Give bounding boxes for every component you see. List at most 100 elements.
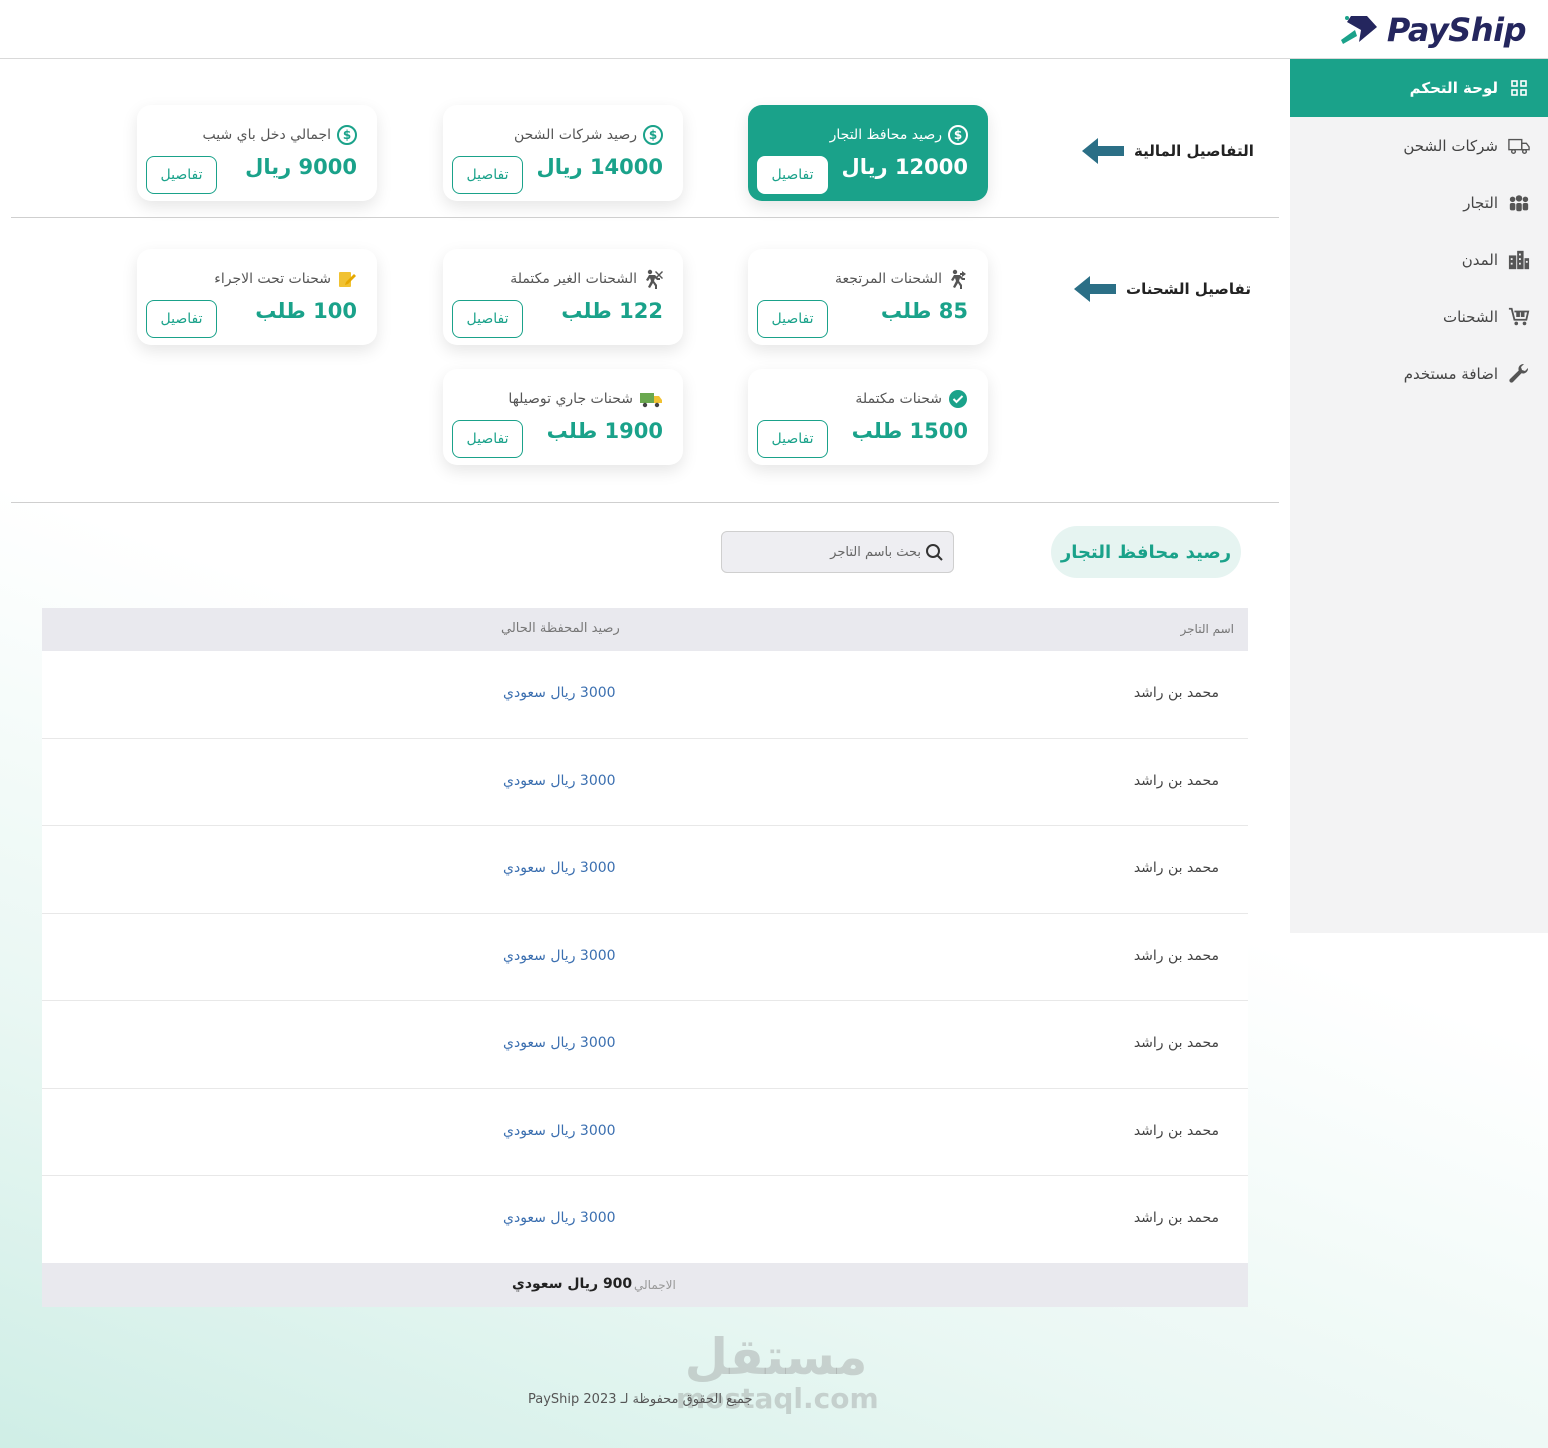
search-input[interactable]: [751, 544, 921, 560]
wallets-table: اسم التاجر رصيد المحفظة الحالي محمد بن ر…: [42, 608, 1248, 1264]
card-delivering-shipments: شحنات جاري توصيلها 1900 طلب تفاصيل: [443, 369, 683, 465]
dollar-icon: $: [337, 125, 357, 145]
card-title-text: رصيد محافظ التجار: [829, 127, 942, 143]
card-value: 122 طلب: [561, 299, 663, 323]
card-value: 1900 طلب: [546, 419, 663, 443]
wallet-balance: 3000 ريال سعودي: [503, 685, 616, 701]
delivery-truck-icon: [640, 393, 662, 408]
section-divider: [11, 502, 1279, 503]
total-label: الاجمالي: [634, 1278, 676, 1292]
card-title-text: شحنات تحت الاجراء: [214, 271, 331, 287]
group-icon: [1508, 192, 1530, 214]
table-row[interactable]: محمد بن راشد 3000 ريال سعودي: [42, 1001, 1248, 1089]
wallet-balance: 3000 ريال سعودي: [503, 947, 616, 964]
card-title-text: الشحنات المرتجعة: [835, 271, 942, 287]
grid-icon: [1508, 77, 1530, 99]
logo[interactable]: PayShip: [1337, 8, 1527, 52]
column-header-balance[interactable]: رصيد المحفظة الحالي: [501, 621, 620, 636]
arrow-left-icon: [1082, 138, 1124, 164]
edit-icon: [339, 272, 356, 287]
sidebar-item-dashboard[interactable]: لوحة التحكم: [1290, 59, 1548, 117]
sidebar-item-label: الشحنات: [1442, 307, 1498, 326]
card-title-text: شحنات جاري توصيلها: [508, 391, 633, 407]
shipments-section-label: تفاصيل الشحنات: [1074, 276, 1251, 302]
card-title: شحنات جاري توصيلها: [508, 389, 663, 409]
wallet-balance: 3000 ريال سعودي: [503, 1035, 616, 1051]
search-icon: [926, 544, 943, 561]
merchant-name: محمد بن راشد: [1133, 1122, 1219, 1139]
card-title: الشحنات الغير مكتملة: [510, 269, 663, 289]
card-title-text: شحنات مكتملة: [855, 391, 942, 407]
sidebar-item-label: المدن: [1461, 250, 1498, 269]
dollar-icon: $: [948, 125, 968, 145]
details-button[interactable]: تفاصيل: [146, 300, 217, 338]
table-row[interactable]: محمد بن راشد 3000 ريال سعودي: [42, 1176, 1248, 1264]
card-title: $ رصيد شركات الشحن: [514, 125, 663, 145]
sidebar-item-shipping-companies[interactable]: شركات الشحن: [1290, 117, 1548, 174]
details-button[interactable]: تفاصيل: [757, 300, 828, 338]
table-total-row: الاجمالي 900 ريال سعودي: [42, 1263, 1248, 1307]
card-value: 14000 ريال: [536, 155, 663, 179]
wallet-balance: 3000 ريال سعودي: [503, 860, 616, 876]
sidebar-item-add-user[interactable]: اضافة مستخدم: [1290, 345, 1548, 402]
card-merchant-wallets-balance: $ رصيد محافظ التجار 12000 ريال تفاصيل: [748, 105, 988, 201]
card-title: $ اجمالي دخل باي شيب: [202, 125, 357, 145]
card-title-text: الشحنات الغير مكتملة: [510, 271, 637, 287]
details-button[interactable]: تفاصيل: [452, 300, 523, 338]
table-row[interactable]: محمد بن راشد 3000 ريال سعودي: [42, 651, 1248, 739]
financial-section-label: التفاصيل المالية: [1082, 138, 1254, 164]
logo-mark-icon: [1340, 16, 1377, 44]
sidebar-item-shipments[interactable]: الشحنات: [1290, 288, 1548, 345]
cart-icon: [1508, 306, 1530, 328]
details-button[interactable]: تفاصيل: [146, 156, 217, 194]
details-button[interactable]: تفاصيل: [452, 420, 523, 458]
wrench-icon: [1508, 363, 1530, 385]
details-button[interactable]: تفاصيل: [452, 156, 523, 194]
wallet-balance: 3000 ريال سعودي: [503, 772, 616, 789]
card-shipping-companies-balance: $ رصيد شركات الشحن 14000 ريال تفاصيل: [443, 105, 683, 201]
table-row[interactable]: محمد بن راشد 3000 ريال سعودي: [42, 826, 1248, 914]
card-completed-shipments: شحنات مكتملة 1500 طلب تفاصيل: [748, 369, 988, 465]
card-value: 12000 ريال: [841, 155, 968, 179]
sidebar-item-label: التجار: [1463, 193, 1498, 212]
merchant-name: محمد بن راشد: [1133, 1035, 1219, 1051]
merchant-name: محمد بن راشد: [1133, 947, 1219, 964]
card-incomplete-shipments: الشحنات الغير مكتملة 122 طلب تفاصيل: [443, 249, 683, 345]
card-in-progress-shipments: شحنات تحت الاجراء 100 طلب تفاصيل: [137, 249, 377, 345]
table-row[interactable]: محمد بن راشد 3000 ريال سعودي: [42, 738, 1248, 826]
card-title: $ رصيد محافظ التجار: [830, 125, 968, 145]
card-value: 9000 ريال: [245, 155, 357, 179]
card-title: شحنات مكتملة: [855, 389, 968, 409]
card-title: شحنات تحت الاجراء: [214, 269, 357, 289]
top-bar: PayShip: [0, 0, 1548, 59]
card-title-text: رصيد شركات الشحن: [513, 127, 637, 143]
merchant-name: محمد بن راشد: [1133, 860, 1219, 876]
details-button[interactable]: تفاصيل: [757, 420, 828, 458]
sidebar-item-cities[interactable]: المدن: [1290, 231, 1548, 288]
arrow-left-icon: [1074, 276, 1116, 302]
sidebar-item-merchants[interactable]: التجار: [1290, 174, 1548, 231]
details-button[interactable]: تفاصيل: [757, 156, 828, 194]
section-title: تفاصيل الشحنات: [1126, 280, 1251, 298]
table-row[interactable]: محمد بن راشد 3000 ريال سعودي: [42, 913, 1248, 1001]
dollar-icon: $: [643, 125, 663, 145]
card-returned-shipments: الشحنات المرتجعة 85 طلب تفاصيل: [748, 249, 988, 345]
card-value: 100 طلب: [255, 299, 357, 323]
check-icon: [949, 390, 967, 408]
card-payship-income: $ اجمالي دخل باي شيب 9000 ريال تفاصيل: [137, 105, 377, 201]
truck-icon: [1508, 135, 1530, 157]
footer-copyright: جميع الحقوق محفوظة لـ PayShip 2023: [528, 1392, 753, 1407]
return-icon: [951, 269, 966, 289]
total-value: 900 ريال سعودي: [512, 1276, 633, 1292]
wallet-balance: 3000 ريال سعودي: [503, 1210, 616, 1226]
merchant-name: محمد بن راشد: [1133, 772, 1219, 789]
watermark-text: مستقل: [684, 1328, 868, 1386]
section-divider: [11, 217, 1279, 218]
column-header-merchant-name[interactable]: اسم التاجر: [1181, 622, 1235, 636]
table-row[interactable]: محمد بن راشد 3000 ريال سعودي: [42, 1088, 1248, 1176]
logo-text: PayShip: [1386, 11, 1527, 49]
merchant-search[interactable]: [721, 531, 954, 573]
sidebar-item-label: اضافة مستخدم: [1403, 364, 1498, 383]
wallets-heading-pill[interactable]: رصيد محافظ التجار: [1051, 526, 1241, 578]
card-title-text: اجمالي دخل باي شيب: [202, 127, 331, 143]
